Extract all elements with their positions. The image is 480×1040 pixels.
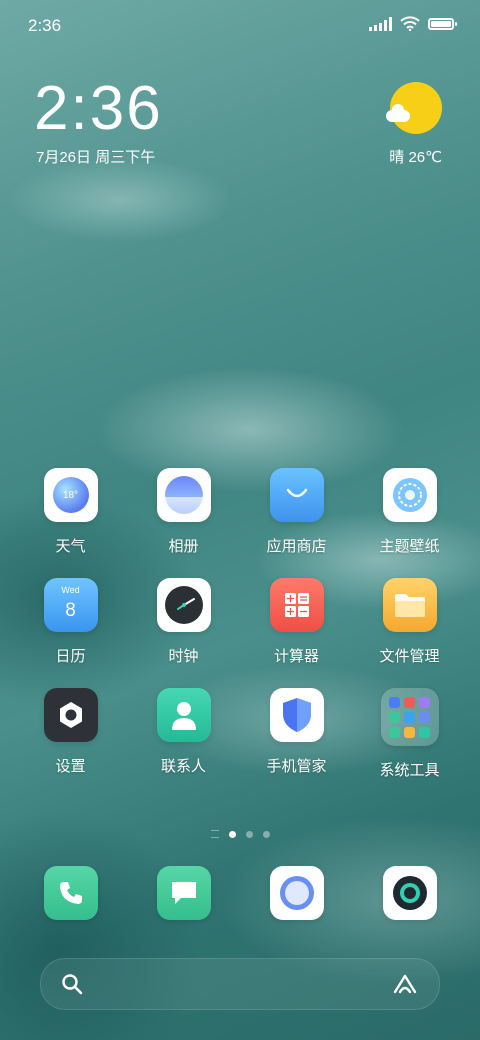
dock bbox=[14, 866, 466, 920]
app-calculator[interactable]: 计算器 bbox=[240, 578, 353, 666]
calendar-day: 8 bbox=[65, 600, 76, 621]
calendar-weekday: Wed bbox=[61, 585, 80, 595]
app-themes[interactable]: 主题壁纸 bbox=[353, 468, 466, 556]
status-icons bbox=[369, 16, 457, 31]
wifi-icon bbox=[400, 16, 420, 31]
battery-icon bbox=[428, 17, 457, 30]
clock-icon[interactable] bbox=[156, 578, 211, 632]
app-label: 文件管理 bbox=[379, 648, 440, 665]
app-label: 手机管家 bbox=[266, 758, 327, 775]
cellular-signal-icon bbox=[369, 16, 392, 31]
app-system-tools-folder[interactable]: 系统工具 bbox=[353, 688, 466, 780]
dock-browser[interactable] bbox=[240, 866, 353, 920]
settings-icon[interactable] bbox=[43, 688, 98, 742]
dock-camera[interactable] bbox=[353, 866, 466, 920]
app-file-manager[interactable]: 文件管理 bbox=[353, 578, 466, 666]
app-label: 系统工具 bbox=[379, 762, 440, 779]
weather-icon-temp: 18° bbox=[62, 489, 79, 501]
page-dot-2 bbox=[245, 830, 253, 838]
status-bar: 2:36 bbox=[0, 0, 480, 50]
status-time: 2:36 bbox=[28, 16, 62, 35]
app-label: 设置 bbox=[55, 758, 86, 775]
page-indicator[interactable] bbox=[0, 830, 480, 838]
app-phone-manager[interactable]: 手机管家 bbox=[240, 688, 353, 780]
browser-icon[interactable] bbox=[269, 866, 324, 920]
sunny-weather-icon bbox=[386, 82, 442, 134]
app-label: 时钟 bbox=[168, 648, 199, 665]
messages-icon[interactable] bbox=[156, 866, 211, 920]
search-icon[interactable] bbox=[61, 973, 83, 995]
app-grid: 18° 天气 相册 应用商店 主题壁纸 Wed 8 日历 时钟 计算器 文件管理… bbox=[14, 468, 466, 780]
clock-widget-date[interactable]: 7月26日 周三下午 bbox=[36, 146, 155, 167]
weather-widget-text[interactable]: 晴 26℃ bbox=[389, 146, 442, 167]
calendar-icon[interactable]: Wed 8 bbox=[43, 578, 98, 632]
assistant-icon[interactable] bbox=[391, 973, 419, 995]
weather-widget[interactable] bbox=[386, 82, 446, 134]
themes-icon[interactable] bbox=[382, 468, 437, 522]
app-clock[interactable]: 时钟 bbox=[127, 578, 240, 666]
app-gallery[interactable]: 相册 bbox=[127, 468, 240, 556]
battery-fill bbox=[431, 20, 451, 27]
dock-phone[interactable] bbox=[14, 866, 127, 920]
dock-messages[interactable] bbox=[127, 866, 240, 920]
app-contacts[interactable]: 联系人 bbox=[127, 688, 240, 780]
app-label: 天气 bbox=[55, 538, 86, 555]
page-dot-1 bbox=[228, 830, 236, 838]
app-label: 应用商店 bbox=[266, 538, 327, 555]
folder-icon[interactable] bbox=[382, 578, 437, 632]
search-bar[interactable] bbox=[40, 958, 440, 1010]
app-store-icon[interactable] bbox=[269, 468, 324, 522]
calculator-icon[interactable] bbox=[269, 578, 324, 632]
page-indicator-menu-icon bbox=[210, 830, 219, 838]
contacts-icon[interactable] bbox=[156, 688, 211, 742]
app-store[interactable]: 应用商店 bbox=[240, 468, 353, 556]
security-shield-icon[interactable] bbox=[269, 688, 324, 742]
phone-icon[interactable] bbox=[43, 866, 98, 920]
system-tools-folder-icon[interactable] bbox=[380, 688, 439, 746]
clock-widget-time[interactable]: 2:36 bbox=[34, 78, 163, 140]
app-label: 联系人 bbox=[160, 758, 206, 775]
app-calendar[interactable]: Wed 8 日历 bbox=[14, 578, 127, 666]
app-label: 相册 bbox=[168, 538, 199, 555]
app-label: 日历 bbox=[55, 648, 86, 665]
app-label: 计算器 bbox=[273, 648, 319, 665]
app-weather[interactable]: 18° 天气 bbox=[14, 468, 127, 556]
weather-icon[interactable]: 18° bbox=[43, 468, 98, 522]
app-label: 主题壁纸 bbox=[379, 538, 440, 555]
camera-icon[interactable] bbox=[382, 866, 437, 920]
app-settings[interactable]: 设置 bbox=[14, 688, 127, 780]
page-dot-3 bbox=[262, 830, 270, 838]
gallery-icon[interactable] bbox=[156, 468, 211, 522]
